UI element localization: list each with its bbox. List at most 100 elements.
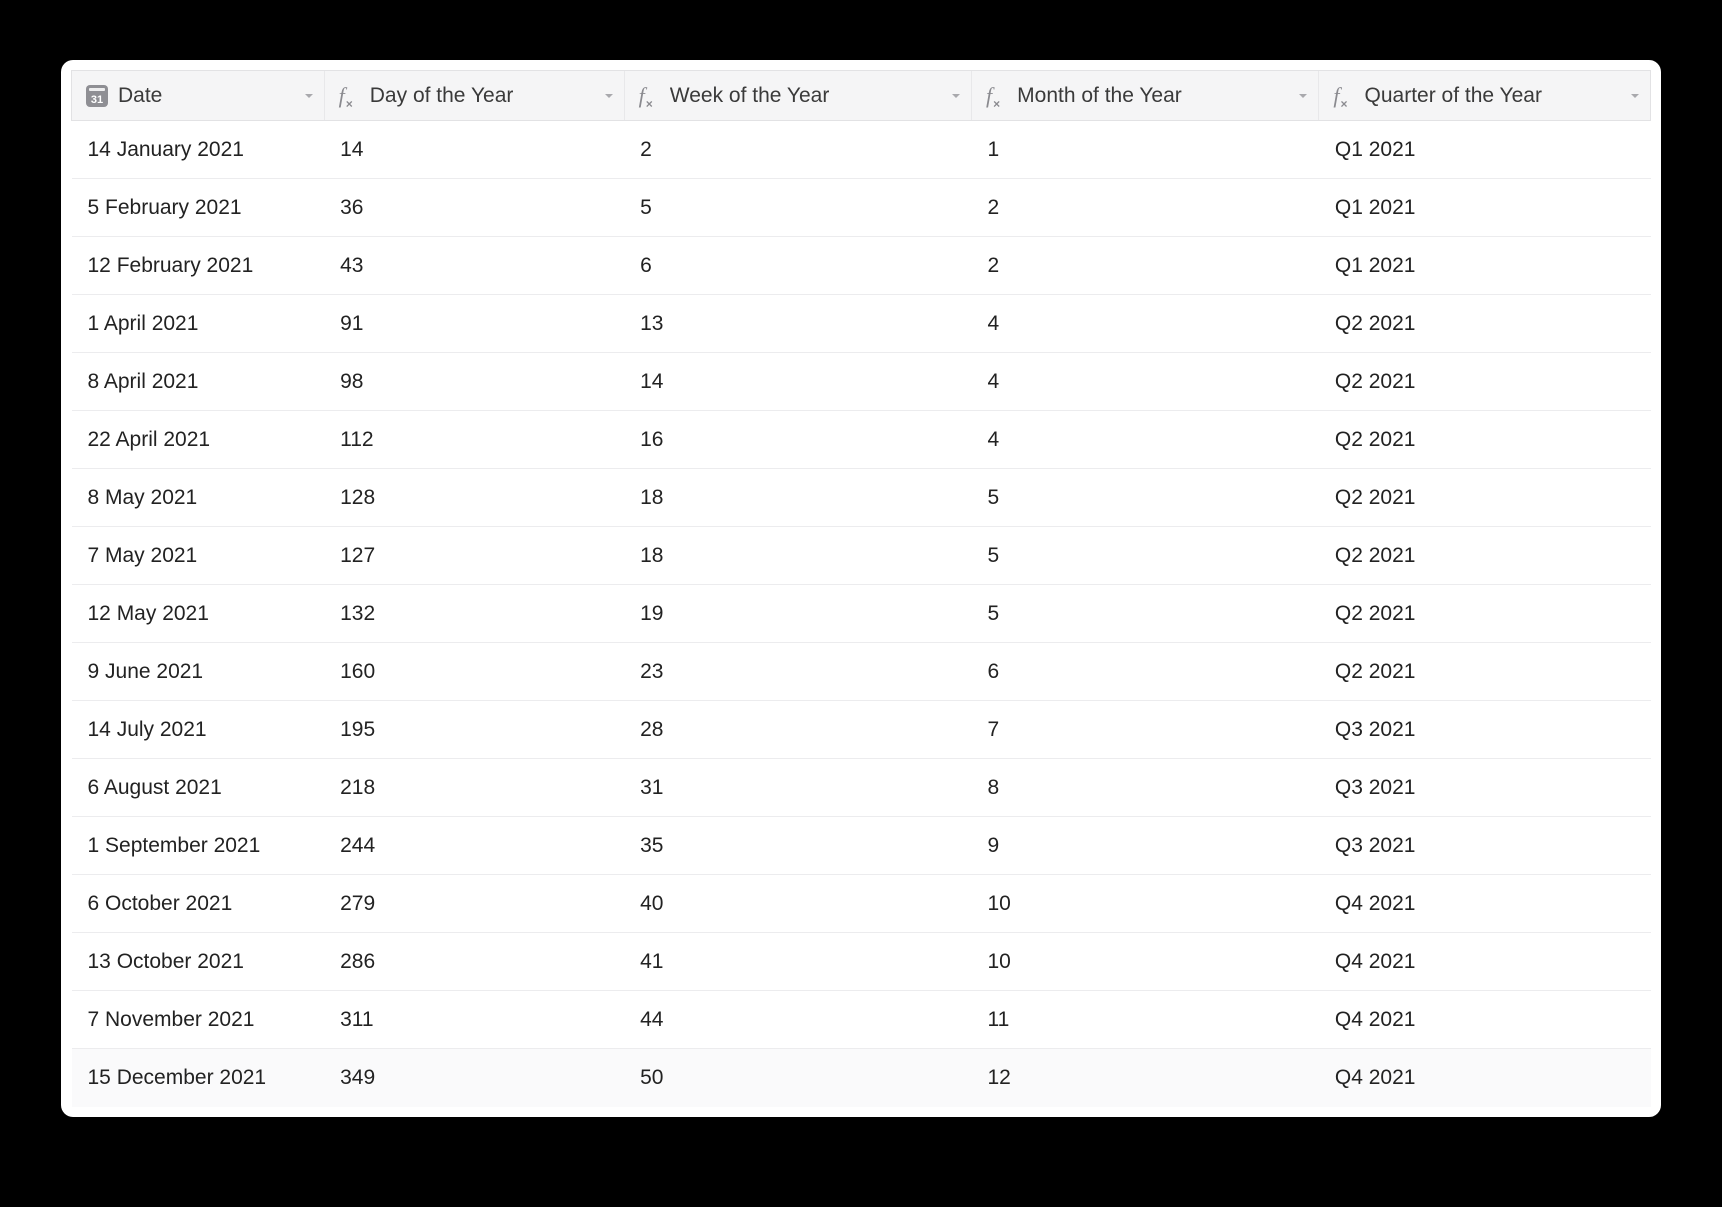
table-row[interactable]: 7 May 2021127185Q2 2021 (72, 527, 1651, 585)
cell-date[interactable]: 7 May 2021 (72, 527, 325, 585)
cell-quarter[interactable]: Q3 2021 (1319, 759, 1651, 817)
table-row[interactable]: 6 August 2021218318Q3 2021 (72, 759, 1651, 817)
column-menu-dropdown[interactable] (602, 89, 616, 103)
cell-month[interactable]: 6 (972, 643, 1319, 701)
table-row[interactable]: 1 September 2021244359Q3 2021 (72, 817, 1651, 875)
column-header-quarter-of-year[interactable]: f× Quarter of the Year (1319, 71, 1651, 121)
cell-date[interactable]: 6 October 2021 (72, 875, 325, 933)
cell-week[interactable]: 13 (624, 295, 971, 353)
cell-month[interactable]: 10 (972, 875, 1319, 933)
table-row[interactable]: 8 May 2021128185Q2 2021 (72, 469, 1651, 527)
cell-date[interactable]: 8 April 2021 (72, 353, 325, 411)
cell-date[interactable]: 12 February 2021 (72, 237, 325, 295)
cell-month[interactable]: 5 (972, 527, 1319, 585)
cell-date[interactable]: 12 May 2021 (72, 585, 325, 643)
cell-day[interactable]: 311 (324, 991, 624, 1049)
table-row[interactable]: 7 November 20213114411Q4 2021 (72, 991, 1651, 1049)
cell-week[interactable]: 23 (624, 643, 971, 701)
column-header-day-of-year[interactable]: f× Day of the Year (324, 71, 624, 121)
cell-month[interactable]: 2 (972, 179, 1319, 237)
cell-week[interactable]: 16 (624, 411, 971, 469)
cell-date[interactable]: 7 November 2021 (72, 991, 325, 1049)
cell-date[interactable]: 15 December 2021 (72, 1049, 325, 1107)
cell-day[interactable]: 244 (324, 817, 624, 875)
cell-week[interactable]: 14 (624, 353, 971, 411)
cell-day[interactable]: 127 (324, 527, 624, 585)
cell-day[interactable]: 128 (324, 469, 624, 527)
cell-month[interactable]: 12 (972, 1049, 1319, 1107)
cell-quarter[interactable]: Q4 2021 (1319, 875, 1651, 933)
cell-day[interactable]: 195 (324, 701, 624, 759)
cell-day[interactable]: 91 (324, 295, 624, 353)
column-header-month-of-year[interactable]: f× Month of the Year (972, 71, 1319, 121)
cell-day[interactable]: 160 (324, 643, 624, 701)
cell-week[interactable]: 18 (624, 527, 971, 585)
cell-week[interactable]: 40 (624, 875, 971, 933)
cell-quarter[interactable]: Q1 2021 (1319, 179, 1651, 237)
cell-month[interactable]: 9 (972, 817, 1319, 875)
cell-month[interactable]: 5 (972, 585, 1319, 643)
table-row[interactable]: 8 April 202198144Q2 2021 (72, 353, 1651, 411)
table-row[interactable]: 14 January 20211421Q1 2021 (72, 121, 1651, 179)
column-menu-dropdown[interactable] (949, 89, 963, 103)
cell-quarter[interactable]: Q2 2021 (1319, 295, 1651, 353)
cell-date[interactable]: 1 September 2021 (72, 817, 325, 875)
table-row[interactable]: 22 April 2021112164Q2 2021 (72, 411, 1651, 469)
cell-day[interactable]: 112 (324, 411, 624, 469)
cell-quarter[interactable]: Q4 2021 (1319, 1049, 1651, 1107)
cell-date[interactable]: 5 February 2021 (72, 179, 325, 237)
cell-week[interactable]: 44 (624, 991, 971, 1049)
cell-day[interactable]: 132 (324, 585, 624, 643)
cell-week[interactable]: 5 (624, 179, 971, 237)
cell-date[interactable]: 14 July 2021 (72, 701, 325, 759)
cell-quarter[interactable]: Q3 2021 (1319, 817, 1651, 875)
cell-quarter[interactable]: Q2 2021 (1319, 527, 1651, 585)
column-menu-dropdown[interactable] (1296, 89, 1310, 103)
table-row[interactable]: 1 April 202191134Q2 2021 (72, 295, 1651, 353)
cell-week[interactable]: 6 (624, 237, 971, 295)
table-row[interactable]: 6 October 20212794010Q4 2021 (72, 875, 1651, 933)
cell-month[interactable]: 4 (972, 353, 1319, 411)
cell-week[interactable]: 50 (624, 1049, 971, 1107)
cell-day[interactable]: 279 (324, 875, 624, 933)
column-menu-dropdown[interactable] (1628, 89, 1642, 103)
cell-day[interactable]: 218 (324, 759, 624, 817)
table-row[interactable]: 9 June 2021160236Q2 2021 (72, 643, 1651, 701)
cell-quarter[interactable]: Q2 2021 (1319, 353, 1651, 411)
cell-month[interactable]: 1 (972, 121, 1319, 179)
table-row[interactable]: 12 May 2021132195Q2 2021 (72, 585, 1651, 643)
cell-week[interactable]: 18 (624, 469, 971, 527)
cell-month[interactable]: 4 (972, 411, 1319, 469)
cell-quarter[interactable]: Q3 2021 (1319, 701, 1651, 759)
cell-quarter[interactable]: Q2 2021 (1319, 585, 1651, 643)
cell-week[interactable]: 28 (624, 701, 971, 759)
cell-date[interactable]: 1 April 2021 (72, 295, 325, 353)
cell-month[interactable]: 7 (972, 701, 1319, 759)
cell-quarter[interactable]: Q4 2021 (1319, 933, 1651, 991)
cell-month[interactable]: 2 (972, 237, 1319, 295)
cell-date[interactable]: 14 January 2021 (72, 121, 325, 179)
cell-quarter[interactable]: Q1 2021 (1319, 121, 1651, 179)
table-row[interactable]: 14 July 2021195287Q3 2021 (72, 701, 1651, 759)
cell-day[interactable]: 14 (324, 121, 624, 179)
cell-day[interactable]: 286 (324, 933, 624, 991)
cell-date[interactable]: 9 June 2021 (72, 643, 325, 701)
cell-week[interactable]: 41 (624, 933, 971, 991)
cell-month[interactable]: 4 (972, 295, 1319, 353)
column-menu-dropdown[interactable] (302, 89, 316, 103)
table-row[interactable]: 13 October 20212864110Q4 2021 (72, 933, 1651, 991)
table-row[interactable]: 15 December 20213495012Q4 2021 (72, 1049, 1651, 1107)
cell-quarter[interactable]: Q4 2021 (1319, 991, 1651, 1049)
cell-quarter[interactable]: Q2 2021 (1319, 411, 1651, 469)
cell-quarter[interactable]: Q2 2021 (1319, 643, 1651, 701)
cell-day[interactable]: 349 (324, 1049, 624, 1107)
cell-month[interactable]: 5 (972, 469, 1319, 527)
cell-week[interactable]: 19 (624, 585, 971, 643)
column-header-date[interactable]: Date (72, 71, 325, 121)
cell-day[interactable]: 98 (324, 353, 624, 411)
cell-quarter[interactable]: Q1 2021 (1319, 237, 1651, 295)
cell-date[interactable]: 13 October 2021 (72, 933, 325, 991)
cell-month[interactable]: 10 (972, 933, 1319, 991)
cell-day[interactable]: 36 (324, 179, 624, 237)
table-row[interactable]: 12 February 20214362Q1 2021 (72, 237, 1651, 295)
